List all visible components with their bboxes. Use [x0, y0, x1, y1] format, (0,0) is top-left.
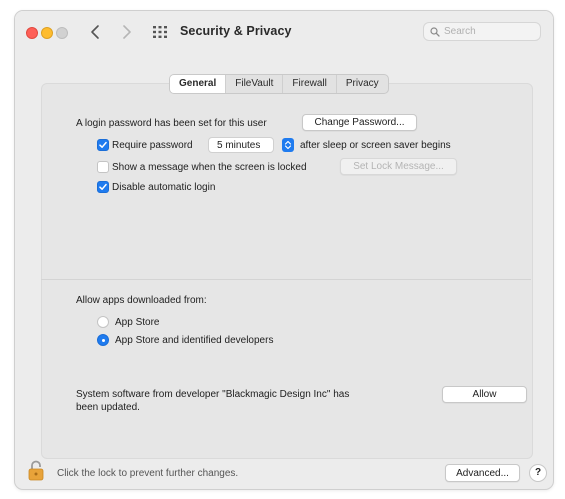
allow-apps-heading: Allow apps downloaded from: [76, 295, 207, 306]
disable-automatic-login-label: Disable automatic login [112, 182, 216, 193]
section-divider [41, 279, 531, 280]
preferences-window: Security & Privacy General FileVault Fir… [14, 10, 554, 490]
padlock-icon [28, 460, 44, 481]
tab-bar: General FileVault Firewall Privacy [169, 74, 389, 94]
show-lock-message-label: Show a message when the screen is locked [112, 162, 307, 173]
tab-firewall[interactable]: Firewall [283, 75, 337, 93]
require-password-suffix: after sleep or screen saver begins [300, 140, 451, 151]
checkmark-icon [99, 183, 107, 190]
chevron-left-icon [91, 25, 99, 39]
search-input[interactable] [442, 23, 540, 40]
allow-button[interactable]: Allow [442, 386, 527, 403]
advanced-button[interactable]: Advanced... [445, 464, 520, 482]
lock-button[interactable] [28, 459, 44, 481]
disable-automatic-login-checkbox[interactable] [97, 181, 109, 193]
show-all-preferences-button[interactable] [153, 26, 167, 38]
lock-status-text: Click the lock to prevent further change… [57, 468, 239, 479]
radio-app-store-identified-developers-label: App Store and identified developers [115, 335, 274, 346]
radio-app-store[interactable] [97, 316, 109, 328]
forward-button[interactable] [115, 21, 137, 43]
radio-app-store-label: App Store [115, 317, 160, 328]
window-title: Security & Privacy [180, 24, 292, 38]
radio-app-store-identified-developers[interactable] [97, 334, 109, 346]
minimize-window-button[interactable] [41, 27, 53, 39]
require-password-checkbox[interactable] [97, 139, 109, 151]
change-password-button[interactable]: Change Password... [302, 114, 417, 131]
require-password-interval-stepper[interactable] [282, 138, 294, 152]
zoom-window-button[interactable] [56, 27, 68, 39]
require-password-label: Require password [112, 140, 193, 151]
show-lock-message-checkbox[interactable] [97, 161, 109, 173]
set-lock-message-button[interactable]: Set Lock Message... [340, 158, 457, 175]
tab-privacy[interactable]: Privacy [337, 75, 388, 93]
system-software-message-line1: System software from developer "Blackmag… [76, 389, 350, 400]
require-password-interval-select[interactable]: 5 minutes [208, 137, 274, 153]
search-field[interactable] [423, 22, 541, 41]
help-button[interactable]: ? [529, 464, 547, 482]
tab-general[interactable]: General [170, 75, 227, 93]
login-password-text: A login password has been set for this u… [76, 118, 267, 129]
close-window-button[interactable] [26, 27, 38, 39]
chevron-right-icon [123, 25, 131, 39]
up-down-chevron-icon [284, 140, 292, 150]
back-button[interactable] [85, 21, 107, 43]
checkmark-icon [99, 141, 107, 148]
tab-filevault[interactable]: FileVault [226, 75, 284, 93]
search-icon [430, 27, 440, 37]
require-password-interval-value: 5 minutes [217, 140, 261, 151]
grid-icon [153, 26, 167, 38]
title-bar: Security & Privacy [15, 11, 553, 53]
system-software-message-line2: been updated. [76, 402, 140, 413]
